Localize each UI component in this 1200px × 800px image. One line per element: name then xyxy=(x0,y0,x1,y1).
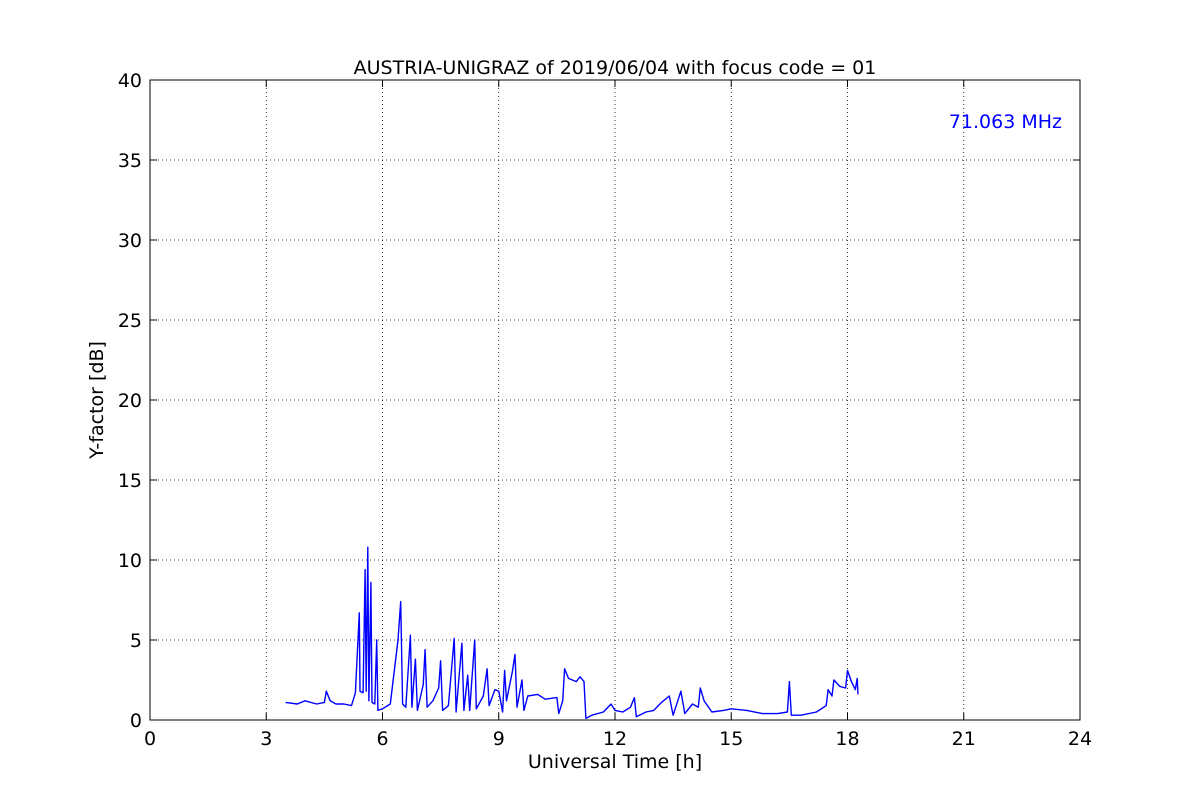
ticks: 0 3 6 9 12 15 18 21 24 0 5 10 15 20 25 30 35 40 xyxy=(118,70,1092,750)
y-tick-label: 5 xyxy=(130,630,142,652)
chart: 0 3 6 9 12 15 18 21 24 0 5 10 15 20 25 30 35 40 AUSTRIA-U… xyxy=(86,57,1092,773)
y-tick-label: 40 xyxy=(118,70,142,92)
y-tick-label: 15 xyxy=(118,470,142,492)
x-tick-label: 24 xyxy=(1068,728,1092,750)
y-tick-label: 10 xyxy=(118,550,142,572)
y-axis-label: Y-factor [dB] xyxy=(86,341,108,460)
y-tick-label: 0 xyxy=(130,710,142,732)
y-tick-label: 35 xyxy=(118,150,142,172)
x-tick-label: 3 xyxy=(260,728,272,750)
x-tick-label: 12 xyxy=(603,728,627,750)
y-tick-label: 30 xyxy=(118,230,142,252)
series-line xyxy=(285,546,859,720)
chart-title: AUSTRIA-UNIGRAZ of 2019/06/04 with focus… xyxy=(354,57,877,79)
y-tick-label: 25 xyxy=(118,310,142,332)
x-tick-label: 0 xyxy=(144,728,156,750)
x-tick-label: 21 xyxy=(952,728,976,750)
grid xyxy=(150,80,1080,720)
frequency-annotation: 71.063 MHz xyxy=(949,111,1062,133)
x-tick-label: 9 xyxy=(493,728,505,750)
x-tick-label: 6 xyxy=(376,728,388,750)
series-group xyxy=(285,546,859,720)
x-axis-label: Universal Time [h] xyxy=(528,751,702,773)
y-tick-label: 20 xyxy=(118,390,142,412)
x-tick-label: 15 xyxy=(719,728,743,750)
x-tick-label: 18 xyxy=(835,728,859,750)
